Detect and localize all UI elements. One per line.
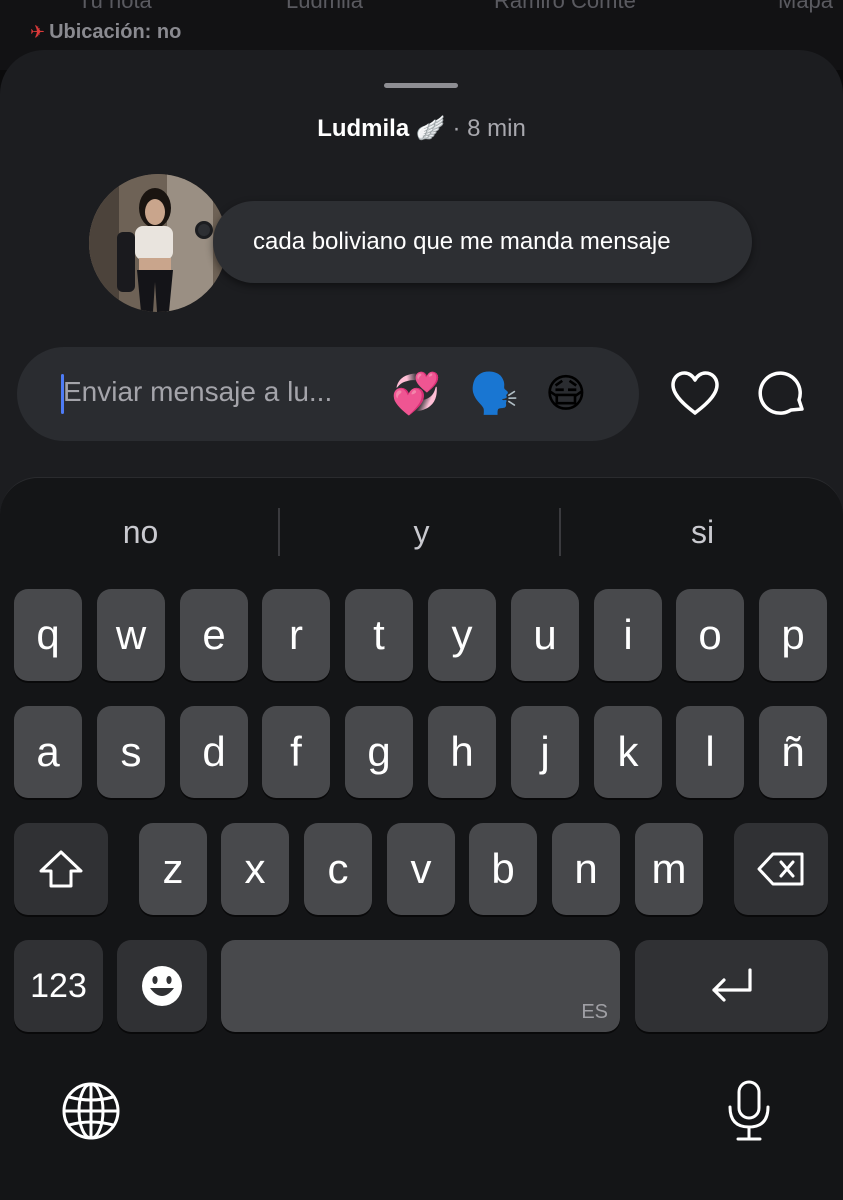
dictation-button[interactable] (717, 1079, 781, 1143)
note-bubble: cada boliviano que me manda mensaje (213, 201, 752, 283)
key-c[interactable]: c (304, 823, 372, 915)
key-a[interactable]: a (14, 706, 82, 798)
key-o[interactable]: o (676, 589, 744, 681)
key-n-tilde[interactable]: ñ (759, 706, 827, 798)
emoji-key[interactable] (117, 940, 207, 1032)
key-f[interactable]: f (262, 706, 330, 798)
suggestion-y[interactable]: y (281, 514, 562, 551)
return-key[interactable] (635, 940, 828, 1032)
emoji-smiley-icon (142, 966, 182, 1006)
location-status: ✈ Ubicación: no (30, 21, 181, 44)
story-header: Ludmila 🪽 · 8 min (0, 114, 843, 143)
time-ago: 8 min (467, 115, 526, 142)
note-bubble-tail (195, 221, 213, 239)
location-label: Ubicación: no (49, 21, 182, 43)
suggestion-no[interactable]: no (0, 514, 281, 551)
globe-icon (62, 1082, 120, 1140)
comment-bubble-icon (758, 371, 804, 415)
tab-ramiro-comte[interactable]: Ramiro Comte (494, 0, 636, 14)
return-arrow-icon (711, 968, 752, 1002)
key-j[interactable]: j (511, 706, 579, 798)
key-m[interactable]: m (635, 823, 703, 915)
key-k[interactable]: k (594, 706, 662, 798)
backspace-key[interactable] (734, 823, 828, 915)
message-input[interactable]: Enviar mensaje a lu... 💞 🗣️ 😷 (17, 347, 639, 441)
username[interactable]: Ludmila (317, 115, 409, 142)
heart-icon (671, 371, 719, 415)
suggestion-divider (559, 508, 561, 556)
key-y[interactable]: y (428, 589, 496, 681)
tab-tu-nota[interactable]: Tu nota (78, 0, 152, 14)
key-n[interactable]: n (552, 823, 620, 915)
reaction-speaking-head-icon[interactable]: 🗣️ (469, 369, 519, 419)
key-v[interactable]: v (387, 823, 455, 915)
key-b[interactable]: b (469, 823, 537, 915)
time-separator: · (452, 115, 461, 142)
key-d[interactable]: d (180, 706, 248, 798)
keyboard: no y si q w e r t y u i o p a s d f g h … (0, 477, 843, 1200)
key-l[interactable]: l (676, 706, 744, 798)
wing-icon: 🪽 (415, 115, 446, 142)
key-z[interactable]: z (139, 823, 207, 915)
message-placeholder[interactable]: Enviar mensaje a lu... (63, 376, 332, 408)
note-text: cada boliviano que me manda mensaje (253, 228, 671, 255)
location-off-icon: ✈ (30, 22, 46, 42)
numbers-key[interactable]: 123 (14, 940, 103, 1032)
space-language-label: ES (581, 1001, 608, 1023)
drag-handle[interactable] (384, 83, 458, 88)
key-g[interactable]: g (345, 706, 413, 798)
tab-mapa[interactable]: Mapa (778, 0, 833, 14)
key-x[interactable]: x (221, 823, 289, 915)
backspace-icon (757, 852, 804, 886)
avatar[interactable] (89, 174, 227, 312)
suggestion-divider (278, 508, 280, 556)
key-t[interactable]: t (345, 589, 413, 681)
space-key[interactable]: ES (221, 940, 620, 1032)
shift-key[interactable] (14, 823, 108, 915)
background-tabs: Tu nota Ludmila Ramiro Comte Mapa (0, 0, 843, 14)
key-e[interactable]: e (180, 589, 248, 681)
key-p[interactable]: p (759, 589, 827, 681)
avatar-photo (89, 174, 227, 312)
key-u[interactable]: u (511, 589, 579, 681)
key-q[interactable]: q (14, 589, 82, 681)
key-r[interactable]: r (262, 589, 330, 681)
suggestion-si[interactable]: si (562, 514, 843, 551)
like-button[interactable] (665, 363, 725, 423)
microphone-icon (728, 1080, 770, 1141)
reaction-hearts-icon[interactable]: 💞 (391, 369, 441, 419)
key-s[interactable]: s (97, 706, 165, 798)
key-w[interactable]: w (97, 589, 165, 681)
globe-button[interactable] (59, 1079, 123, 1143)
tab-ludmila[interactable]: Ludmila (286, 0, 363, 14)
comment-button[interactable] (752, 363, 812, 423)
key-i[interactable]: i (594, 589, 662, 681)
key-h[interactable]: h (428, 706, 496, 798)
shift-arrow-icon (39, 850, 83, 888)
reaction-mask-face-icon[interactable]: 😷 (545, 369, 587, 419)
